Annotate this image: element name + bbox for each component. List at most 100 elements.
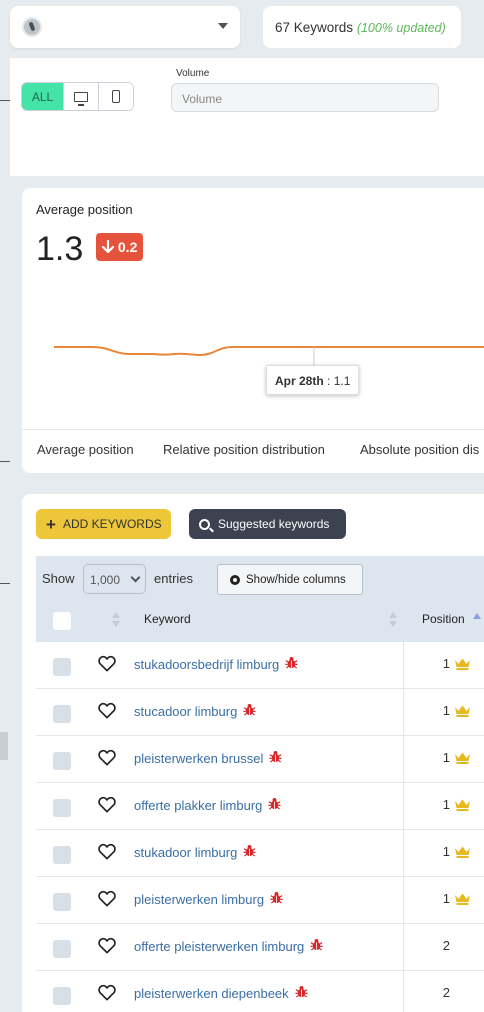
page-length-value: 1,000 [90, 573, 121, 587]
keyword-link[interactable]: stukadoor limburg [134, 844, 256, 860]
show-hide-columns-button[interactable]: Show/hide columns [217, 564, 363, 595]
show-label: Show [42, 571, 75, 586]
keyword-sort-icon[interactable] [389, 612, 397, 628]
average-position-trend-chart [54, 346, 484, 365]
tabs-divider [22, 429, 484, 430]
tab-absolute-position-distribution[interactable]: Absolute position dis [360, 442, 479, 457]
keyword-column-header[interactable]: Keyword [144, 612, 191, 626]
plus-icon: + [46, 514, 56, 534]
tooltip-date: Apr 28th [275, 374, 324, 388]
bug-icon [295, 985, 308, 1001]
column-divider [403, 924, 404, 971]
position-value: 2 [442, 985, 450, 1000]
heart-icon[interactable] [98, 843, 116, 865]
keyword-text: offerte plakker limburg [134, 797, 263, 813]
position-value: 1 [442, 844, 450, 859]
column-divider [403, 830, 404, 877]
device-filter: ALL [21, 82, 134, 111]
table-row[interactable]: stukadoorsbedrijf limburg 1 [36, 642, 484, 689]
keyword-link[interactable]: pleisterwerken limburg [134, 891, 283, 907]
tab-relative-position-distribution[interactable]: Relative position distribution [163, 442, 325, 457]
add-keywords-label: ADD KEYWORDS [62, 517, 162, 531]
bug-icon [270, 891, 283, 907]
tab-average-position[interactable]: Average position [37, 442, 134, 457]
device-all-button[interactable]: ALL [22, 83, 63, 110]
table-row[interactable]: pleisterwerken diepenbeek 2 [36, 971, 484, 1012]
tooltip-value: : 1.1 [327, 374, 351, 388]
keyword-text: stucadoor limburg [134, 703, 238, 719]
left-edge-line [0, 100, 10, 101]
keyword-link[interactable]: pleisterwerken diepenbeek [134, 985, 308, 1001]
keywords-updated-status: (100% updated) [356, 21, 446, 35]
position-value: 1 [442, 703, 450, 718]
heart-icon[interactable] [98, 890, 116, 912]
page-length-select[interactable]: 1,000 [83, 564, 146, 594]
select-all-checkbox[interactable] [53, 612, 71, 630]
row-checkbox[interactable] [53, 846, 71, 864]
row-checkbox[interactable] [53, 705, 71, 723]
phone-icon [112, 90, 120, 103]
device-mobile-button[interactable] [98, 83, 133, 110]
bug-icon [310, 938, 323, 954]
table-row[interactable]: offerte pleisterwerken limburg 2 [36, 924, 484, 971]
position-value: 1 [442, 797, 450, 812]
crown-icon [454, 892, 471, 910]
row-checkbox[interactable] [53, 893, 71, 911]
crown-icon [454, 704, 471, 722]
heart-icon[interactable] [98, 796, 116, 818]
volume-input[interactable]: Volume [171, 83, 439, 112]
keywords-count: 67 Keywords [275, 20, 354, 35]
row-checkbox[interactable] [53, 987, 71, 1005]
keyword-link[interactable]: stukadoorsbedrijf limburg [134, 656, 298, 672]
keyword-link[interactable]: offerte pleisterwerken limburg [134, 938, 323, 954]
arrow-down-icon [101, 239, 115, 254]
search-icon [199, 518, 210, 530]
position-change-value: 0.2 [117, 239, 138, 255]
column-divider [403, 783, 404, 830]
keyword-text: stukadoor limburg [134, 844, 238, 860]
keyword-text: pleisterwerken diepenbeek [134, 985, 289, 1001]
heart-icon[interactable] [98, 937, 116, 959]
favorite-sort-icon[interactable] [112, 612, 120, 628]
table-toolbar: Show 1,000 entries Show/hide columns Key… [36, 556, 484, 642]
suggested-keywords-label: Suggested keywords [218, 517, 330, 531]
volume-label: Volume [176, 68, 210, 79]
caret-down-icon [218, 23, 228, 29]
keyword-link[interactable]: pleisterwerken brussel [134, 750, 282, 766]
table-row[interactable]: stukadoor limburg 1 [36, 830, 484, 877]
bug-icon [268, 797, 281, 813]
keyword-text: stukadoorsbedrijf limburg [134, 656, 280, 672]
table-row[interactable]: offerte plakker limburg 1 [36, 783, 484, 830]
position-column-header[interactable]: Position [422, 612, 465, 626]
row-checkbox[interactable] [53, 940, 71, 958]
row-checkbox[interactable] [53, 752, 71, 770]
monitor-icon [74, 91, 88, 106]
position-value: 2 [442, 938, 450, 953]
heart-icon[interactable] [98, 749, 116, 771]
device-desktop-button[interactable] [63, 83, 98, 110]
add-keywords-button[interactable]: + ADD KEYWORDS [36, 509, 171, 539]
site-selector[interactable] [10, 6, 240, 48]
left-edge-line [0, 583, 10, 584]
left-collapsed-panel[interactable] [0, 732, 8, 760]
sort-ascending-icon[interactable] [473, 613, 481, 619]
keyword-text: pleisterwerken limburg [134, 891, 265, 907]
keyword-link[interactable]: stucadoor limburg [134, 703, 256, 719]
keyword-text: offerte pleisterwerken limburg [134, 938, 305, 954]
table-row[interactable]: stucadoor limburg 1 [36, 689, 484, 736]
heart-icon[interactable] [98, 702, 116, 724]
suggested-keywords-button[interactable]: Suggested keywords [189, 509, 346, 539]
keyword-link[interactable]: offerte plakker limburg [134, 797, 281, 813]
heart-icon[interactable] [98, 984, 116, 1006]
heart-icon[interactable] [98, 655, 116, 677]
site-logo-icon [22, 17, 42, 37]
table-row[interactable]: pleisterwerken limburg 1 [36, 877, 484, 924]
table-row[interactable]: pleisterwerken brussel 1 [36, 736, 484, 783]
row-checkbox[interactable] [53, 658, 71, 676]
chart-tooltip: Apr 28th : 1.1 [266, 365, 360, 395]
keywords-count-badge: 67 Keywords (100% updated) [263, 6, 461, 48]
show-hide-columns-label: Show/hide columns [246, 573, 346, 586]
row-checkbox[interactable] [53, 799, 71, 817]
keyword-text: pleisterwerken brussel [134, 750, 264, 766]
column-divider [403, 877, 404, 924]
